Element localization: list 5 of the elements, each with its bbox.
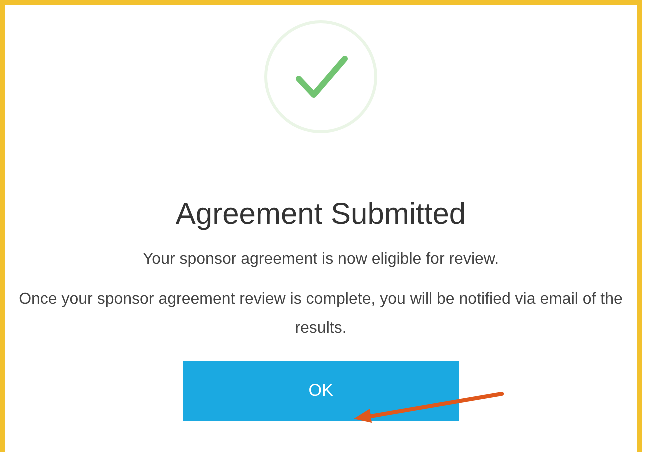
message-text: Your sponsor agreement is now eligible for review. xyxy=(142,250,500,270)
check-icon xyxy=(263,19,379,135)
message-text: Once your sponsor agreement review is complete, you will be notified via email of the results. xyxy=(18,290,624,339)
dialog-title: Agreement Submitted xyxy=(176,197,466,233)
ok-button[interactable]: OK xyxy=(183,361,459,421)
